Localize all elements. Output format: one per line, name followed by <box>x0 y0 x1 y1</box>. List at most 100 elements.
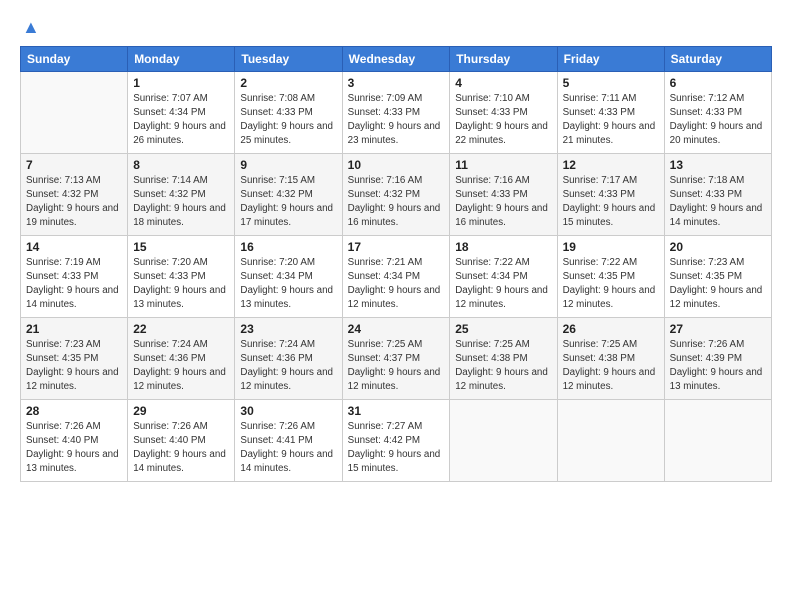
day-number: 5 <box>563 76 659 90</box>
day-info: Sunrise: 7:19 AMSunset: 4:33 PMDaylight:… <box>26 256 122 313</box>
day-cell: 4 Sunrise: 7:10 AMSunset: 4:33 PMDayligh… <box>450 71 557 153</box>
day-cell <box>557 399 664 481</box>
day-number: 29 <box>133 404 229 418</box>
day-info: Sunrise: 7:22 AMSunset: 4:35 PMDaylight:… <box>563 256 659 313</box>
day-info: Sunrise: 7:17 AMSunset: 4:33 PMDaylight:… <box>563 174 659 231</box>
day-cell: 6 Sunrise: 7:12 AMSunset: 4:33 PMDayligh… <box>664 71 771 153</box>
day-info: Sunrise: 7:25 AMSunset: 4:37 PMDaylight:… <box>348 338 445 395</box>
day-cell: 2 Sunrise: 7:08 AMSunset: 4:33 PMDayligh… <box>235 71 342 153</box>
day-cell: 26 Sunrise: 7:25 AMSunset: 4:38 PMDaylig… <box>557 317 664 399</box>
weekday-header-wednesday: Wednesday <box>342 46 450 71</box>
day-info: Sunrise: 7:12 AMSunset: 4:33 PMDaylight:… <box>670 92 766 149</box>
day-info: Sunrise: 7:27 AMSunset: 4:42 PMDaylight:… <box>348 420 445 477</box>
day-number: 20 <box>670 240 766 254</box>
day-cell: 7 Sunrise: 7:13 AMSunset: 4:32 PMDayligh… <box>21 153 128 235</box>
weekday-header-sunday: Sunday <box>21 46 128 71</box>
day-info: Sunrise: 7:14 AMSunset: 4:32 PMDaylight:… <box>133 174 229 231</box>
day-cell: 15 Sunrise: 7:20 AMSunset: 4:33 PMDaylig… <box>128 235 235 317</box>
day-cell: 1 Sunrise: 7:07 AMSunset: 4:34 PMDayligh… <box>128 71 235 153</box>
day-cell <box>21 71 128 153</box>
day-cell: 22 Sunrise: 7:24 AMSunset: 4:36 PMDaylig… <box>128 317 235 399</box>
day-info: Sunrise: 7:23 AMSunset: 4:35 PMDaylight:… <box>26 338 122 395</box>
day-info: Sunrise: 7:22 AMSunset: 4:34 PMDaylight:… <box>455 256 551 313</box>
day-info: Sunrise: 7:09 AMSunset: 4:33 PMDaylight:… <box>348 92 445 149</box>
day-cell: 12 Sunrise: 7:17 AMSunset: 4:33 PMDaylig… <box>557 153 664 235</box>
day-number: 22 <box>133 322 229 336</box>
day-info: Sunrise: 7:07 AMSunset: 4:34 PMDaylight:… <box>133 92 229 149</box>
weekday-header-tuesday: Tuesday <box>235 46 342 71</box>
day-info: Sunrise: 7:25 AMSunset: 4:38 PMDaylight:… <box>455 338 551 395</box>
day-cell: 16 Sunrise: 7:20 AMSunset: 4:34 PMDaylig… <box>235 235 342 317</box>
day-info: Sunrise: 7:10 AMSunset: 4:33 PMDaylight:… <box>455 92 551 149</box>
week-row-5: 28 Sunrise: 7:26 AMSunset: 4:40 PMDaylig… <box>21 399 772 481</box>
day-cell: 8 Sunrise: 7:14 AMSunset: 4:32 PMDayligh… <box>128 153 235 235</box>
day-cell: 31 Sunrise: 7:27 AMSunset: 4:42 PMDaylig… <box>342 399 450 481</box>
weekday-header-monday: Monday <box>128 46 235 71</box>
day-number: 15 <box>133 240 229 254</box>
logo: ▲ <box>20 18 40 38</box>
week-row-3: 14 Sunrise: 7:19 AMSunset: 4:33 PMDaylig… <box>21 235 772 317</box>
day-number: 17 <box>348 240 445 254</box>
day-info: Sunrise: 7:23 AMSunset: 4:35 PMDaylight:… <box>670 256 766 313</box>
weekday-header-saturday: Saturday <box>664 46 771 71</box>
day-cell: 17 Sunrise: 7:21 AMSunset: 4:34 PMDaylig… <box>342 235 450 317</box>
day-number: 9 <box>240 158 336 172</box>
day-number: 6 <box>670 76 766 90</box>
day-info: Sunrise: 7:24 AMSunset: 4:36 PMDaylight:… <box>240 338 336 395</box>
day-cell: 25 Sunrise: 7:25 AMSunset: 4:38 PMDaylig… <box>450 317 557 399</box>
day-number: 1 <box>133 76 229 90</box>
day-cell: 20 Sunrise: 7:23 AMSunset: 4:35 PMDaylig… <box>664 235 771 317</box>
day-number: 7 <box>26 158 122 172</box>
day-cell: 10 Sunrise: 7:16 AMSunset: 4:32 PMDaylig… <box>342 153 450 235</box>
calendar: SundayMondayTuesdayWednesdayThursdayFrid… <box>20 46 772 482</box>
week-row-2: 7 Sunrise: 7:13 AMSunset: 4:32 PMDayligh… <box>21 153 772 235</box>
day-number: 24 <box>348 322 445 336</box>
day-info: Sunrise: 7:08 AMSunset: 4:33 PMDaylight:… <box>240 92 336 149</box>
day-cell: 11 Sunrise: 7:16 AMSunset: 4:33 PMDaylig… <box>450 153 557 235</box>
day-cell: 14 Sunrise: 7:19 AMSunset: 4:33 PMDaylig… <box>21 235 128 317</box>
day-cell: 27 Sunrise: 7:26 AMSunset: 4:39 PMDaylig… <box>664 317 771 399</box>
day-cell: 3 Sunrise: 7:09 AMSunset: 4:33 PMDayligh… <box>342 71 450 153</box>
day-info: Sunrise: 7:13 AMSunset: 4:32 PMDaylight:… <box>26 174 122 231</box>
day-number: 21 <box>26 322 122 336</box>
day-cell: 24 Sunrise: 7:25 AMSunset: 4:37 PMDaylig… <box>342 317 450 399</box>
day-number: 18 <box>455 240 551 254</box>
weekday-header-row: SundayMondayTuesdayWednesdayThursdayFrid… <box>21 46 772 71</box>
weekday-header-friday: Friday <box>557 46 664 71</box>
day-cell: 19 Sunrise: 7:22 AMSunset: 4:35 PMDaylig… <box>557 235 664 317</box>
day-info: Sunrise: 7:26 AMSunset: 4:41 PMDaylight:… <box>240 420 336 477</box>
day-number: 10 <box>348 158 445 172</box>
header: ▲ <box>20 18 772 38</box>
week-row-4: 21 Sunrise: 7:23 AMSunset: 4:35 PMDaylig… <box>21 317 772 399</box>
day-info: Sunrise: 7:26 AMSunset: 4:39 PMDaylight:… <box>670 338 766 395</box>
day-cell: 9 Sunrise: 7:15 AMSunset: 4:32 PMDayligh… <box>235 153 342 235</box>
day-number: 3 <box>348 76 445 90</box>
day-info: Sunrise: 7:21 AMSunset: 4:34 PMDaylight:… <box>348 256 445 313</box>
day-info: Sunrise: 7:26 AMSunset: 4:40 PMDaylight:… <box>133 420 229 477</box>
day-info: Sunrise: 7:16 AMSunset: 4:33 PMDaylight:… <box>455 174 551 231</box>
day-number: 2 <box>240 76 336 90</box>
day-info: Sunrise: 7:16 AMSunset: 4:32 PMDaylight:… <box>348 174 445 231</box>
day-info: Sunrise: 7:26 AMSunset: 4:40 PMDaylight:… <box>26 420 122 477</box>
day-cell: 18 Sunrise: 7:22 AMSunset: 4:34 PMDaylig… <box>450 235 557 317</box>
day-cell: 13 Sunrise: 7:18 AMSunset: 4:33 PMDaylig… <box>664 153 771 235</box>
day-cell: 5 Sunrise: 7:11 AMSunset: 4:33 PMDayligh… <box>557 71 664 153</box>
day-cell: 23 Sunrise: 7:24 AMSunset: 4:36 PMDaylig… <box>235 317 342 399</box>
logo-triangle-icon: ▲ <box>22 18 40 38</box>
day-cell <box>450 399 557 481</box>
day-info: Sunrise: 7:25 AMSunset: 4:38 PMDaylight:… <box>563 338 659 395</box>
day-number: 30 <box>240 404 336 418</box>
day-number: 16 <box>240 240 336 254</box>
day-number: 11 <box>455 158 551 172</box>
weekday-header-thursday: Thursday <box>450 46 557 71</box>
day-info: Sunrise: 7:11 AMSunset: 4:33 PMDaylight:… <box>563 92 659 149</box>
day-cell: 28 Sunrise: 7:26 AMSunset: 4:40 PMDaylig… <box>21 399 128 481</box>
day-number: 25 <box>455 322 551 336</box>
day-number: 23 <box>240 322 336 336</box>
day-cell: 21 Sunrise: 7:23 AMSunset: 4:35 PMDaylig… <box>21 317 128 399</box>
day-cell <box>664 399 771 481</box>
day-number: 27 <box>670 322 766 336</box>
day-number: 19 <box>563 240 659 254</box>
day-number: 28 <box>26 404 122 418</box>
day-number: 31 <box>348 404 445 418</box>
